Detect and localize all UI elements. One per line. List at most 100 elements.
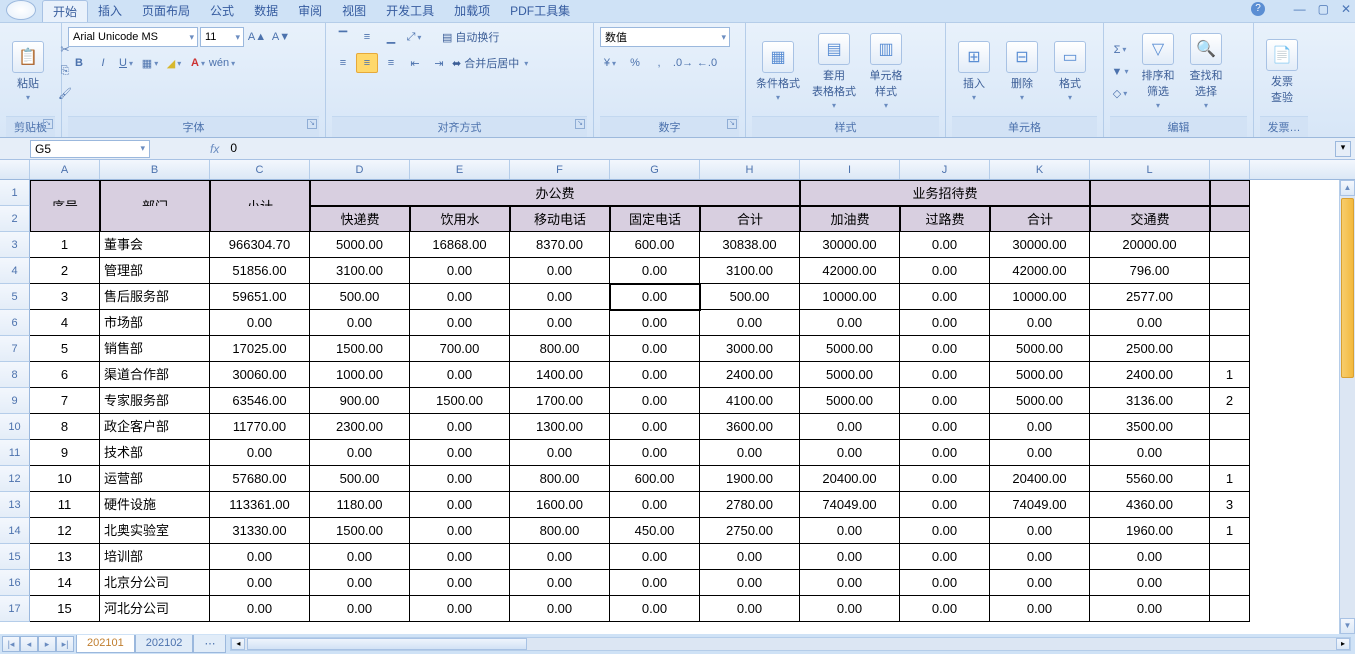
cell-r3-c1[interactable]: 董事会	[100, 232, 210, 258]
cell-r3-c10[interactable]: 30000.00	[990, 232, 1090, 258]
cell-r10-c3[interactable]: 2300.00	[310, 414, 410, 440]
row-header-10[interactable]: 10	[0, 414, 30, 440]
cell-r6-c10[interactable]: 0.00	[990, 310, 1090, 336]
font-launcher[interactable]: ↘	[307, 119, 317, 129]
row-header-9[interactable]: 9	[0, 388, 30, 414]
indent-decrease-icon[interactable]: ⇤	[404, 53, 426, 73]
cell-r13-c9[interactable]: 0.00	[900, 492, 990, 518]
hdr-sub2[interactable]	[210, 206, 310, 232]
cell-r15-c5[interactable]: 0.00	[510, 544, 610, 570]
paste-dropdown[interactable]: ▾	[24, 93, 32, 102]
cell-r5-c4[interactable]: 0.00	[410, 284, 510, 310]
cell-r13-c4[interactable]: 0.00	[410, 492, 510, 518]
office-button[interactable]	[6, 0, 36, 20]
cell-r6-c4[interactable]: 0.00	[410, 310, 510, 336]
cell-r14-c8[interactable]: 0.00	[800, 518, 900, 544]
cell-r8-c0[interactable]: 6	[30, 362, 100, 388]
hdr-sub-6[interactable]: 过路费	[900, 206, 990, 232]
cell-r3-c5[interactable]: 8370.00	[510, 232, 610, 258]
cell-r12-c4[interactable]: 0.00	[410, 466, 510, 492]
cell-r14-c9[interactable]: 0.00	[900, 518, 990, 544]
ribbon-tab-6[interactable]: 视图	[332, 0, 376, 22]
cell-r8-c1[interactable]: 渠道合作部	[100, 362, 210, 388]
cell-style-button[interactable]: ▥单元格 样式▾	[864, 31, 908, 112]
minimize-icon[interactable]: —	[1294, 2, 1306, 16]
cell-r16-c10[interactable]: 0.00	[990, 570, 1090, 596]
cell-r4-c10[interactable]: 42000.00	[990, 258, 1090, 284]
hdr-sub-7[interactable]: 合计	[990, 206, 1090, 232]
cell-r9-c7[interactable]: 4100.00	[700, 388, 800, 414]
cell-r3-c9[interactable]: 0.00	[900, 232, 990, 258]
cell-r8-c12[interactable]: 1	[1210, 362, 1250, 388]
col-header-G[interactable]: G	[610, 160, 700, 179]
cell-r11-c4[interactable]: 0.00	[410, 440, 510, 466]
align-launcher[interactable]: ↘	[575, 119, 585, 129]
cell-r3-c7[interactable]: 30838.00	[700, 232, 800, 258]
cell-r11-c6[interactable]: 0.00	[610, 440, 700, 466]
sort-filter-button[interactable]: ▽排序和 筛选▾	[1136, 31, 1180, 112]
cell-r10-c2[interactable]: 11770.00	[210, 414, 310, 440]
sheet-nav-last-icon[interactable]: ▸|	[56, 636, 74, 652]
phonetic-button[interactable]: wén▾	[212, 53, 234, 73]
hdr-sub-1[interactable]: 饮用水	[410, 206, 510, 232]
fx-icon[interactable]: fx	[210, 142, 219, 156]
cell-r7-c5[interactable]: 800.00	[510, 336, 610, 362]
cell-r6-c7[interactable]: 0.00	[700, 310, 800, 336]
name-box-dropdown[interactable]: ▾	[140, 143, 145, 154]
cell-r6-c3[interactable]: 0.00	[310, 310, 410, 336]
grow-font-icon[interactable]: A▲	[246, 27, 268, 47]
cell-r9-c3[interactable]: 900.00	[310, 388, 410, 414]
font-size-combo[interactable]: 11	[200, 27, 244, 47]
cell-r13-c6[interactable]: 0.00	[610, 492, 700, 518]
cell-r3-c4[interactable]: 16868.00	[410, 232, 510, 258]
row-header-3[interactable]: 3	[0, 232, 30, 258]
cell-r11-c3[interactable]: 0.00	[310, 440, 410, 466]
cell-r14-c12[interactable]: 1	[1210, 518, 1250, 544]
cell-r16-c4[interactable]: 0.00	[410, 570, 510, 596]
hdr-sub-3[interactable]: 固定电话	[610, 206, 700, 232]
cell-r17-c6[interactable]: 0.00	[610, 596, 700, 622]
col-header-B[interactable]: B	[100, 160, 210, 179]
cell-r10-c0[interactable]: 8	[30, 414, 100, 440]
table-format-button[interactable]: ▤套用 表格格式▾	[808, 31, 860, 112]
bold-button[interactable]: B	[68, 53, 90, 73]
italic-button[interactable]: I	[92, 53, 114, 73]
cell-r10-c10[interactable]: 0.00	[990, 414, 1090, 440]
cell-r9-c9[interactable]: 0.00	[900, 388, 990, 414]
cell-r15-c0[interactable]: 13	[30, 544, 100, 570]
cell-r7-c11[interactable]: 2500.00	[1090, 336, 1210, 362]
cell-r15-c10[interactable]: 0.00	[990, 544, 1090, 570]
cell-r7-c7[interactable]: 3000.00	[700, 336, 800, 362]
cell-r9-c2[interactable]: 63546.00	[210, 388, 310, 414]
cell-r8-c7[interactable]: 2400.00	[700, 362, 800, 388]
col-header-C[interactable]: C	[210, 160, 310, 179]
cell-r6-c2[interactable]: 0.00	[210, 310, 310, 336]
hdr-m-top[interactable]	[1210, 180, 1250, 206]
col-header-A[interactable]: A	[30, 160, 100, 179]
cell-r5-c3[interactable]: 500.00	[310, 284, 410, 310]
cell-r16-c2[interactable]: 0.00	[210, 570, 310, 596]
cell-r7-c2[interactable]: 17025.00	[210, 336, 310, 362]
underline-button[interactable]: U▾	[116, 53, 138, 73]
cell-r7-c8[interactable]: 5000.00	[800, 336, 900, 362]
paste-button[interactable]: 📋 粘贴 ▾	[6, 39, 50, 104]
cell-r4-c8[interactable]: 42000.00	[800, 258, 900, 284]
cell-r15-c6[interactable]: 0.00	[610, 544, 700, 570]
cell-r3-c11[interactable]: 20000.00	[1090, 232, 1210, 258]
cell-r7-c4[interactable]: 700.00	[410, 336, 510, 362]
cell-r5-c5[interactable]: 0.00	[510, 284, 610, 310]
ribbon-tab-8[interactable]: 加载项	[444, 0, 500, 22]
cell-r7-c3[interactable]: 1500.00	[310, 336, 410, 362]
cell-r4-c4[interactable]: 0.00	[410, 258, 510, 284]
cell-r7-c9[interactable]: 0.00	[900, 336, 990, 362]
cell-r3-c6[interactable]: 600.00	[610, 232, 700, 258]
col-header-J[interactable]: J	[900, 160, 990, 179]
cell-r9-c12[interactable]: 2	[1210, 388, 1250, 414]
cell-r10-c4[interactable]: 0.00	[410, 414, 510, 440]
vertical-scrollbar[interactable]: ▲ ▼	[1339, 180, 1355, 634]
cell-r6-c0[interactable]: 4	[30, 310, 100, 336]
hdr-subtotal[interactable]: 小计	[210, 180, 310, 206]
hdr-biz[interactable]: 业务招待费	[800, 180, 1090, 206]
cell-r16-c1[interactable]: 北京分公司	[100, 570, 210, 596]
col-header-F[interactable]: F	[510, 160, 610, 179]
